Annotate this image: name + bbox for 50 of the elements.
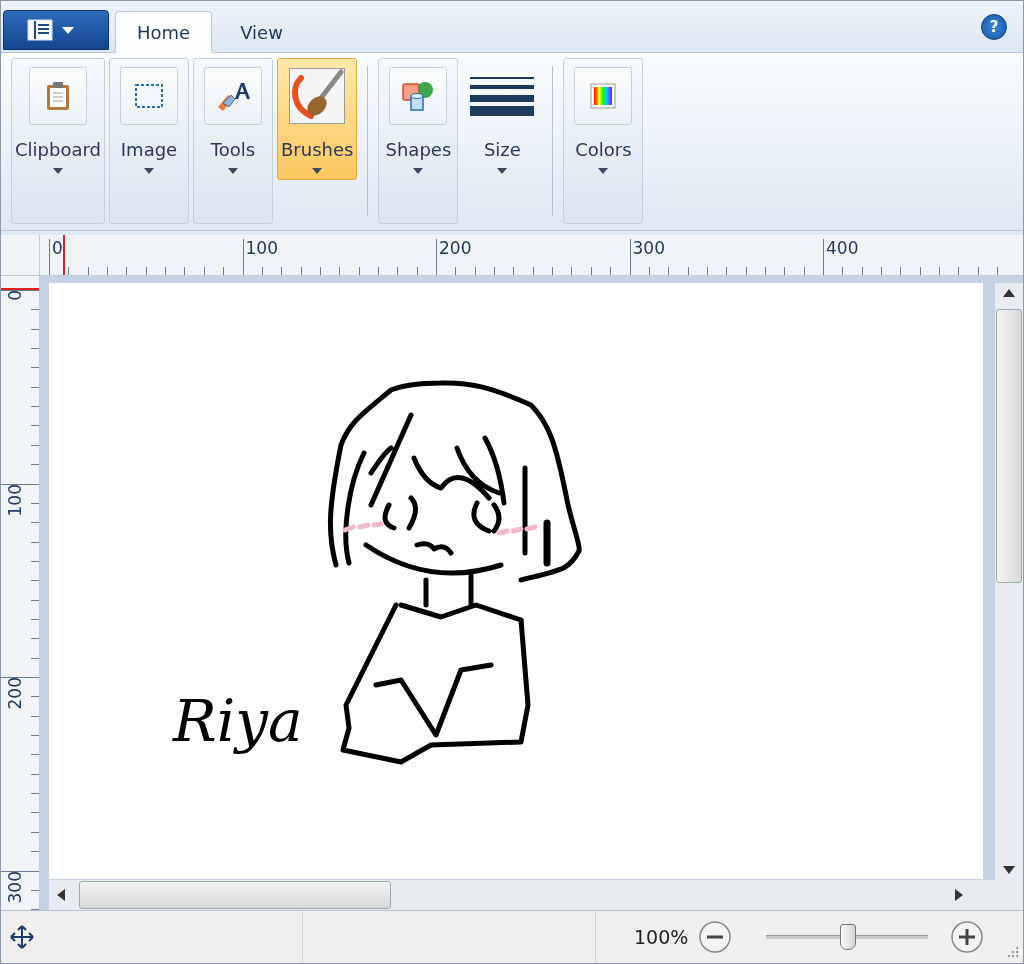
drawing-canvas[interactable]: Riya: [49, 283, 983, 879]
zoom-percentage: 100%: [634, 926, 689, 948]
vertical-scrollbar[interactable]: [995, 283, 1023, 880]
ribbon-group-button[interactable]: Image: [109, 58, 189, 224]
ruler-label: 100: [5, 483, 26, 516]
color-palette-icon: [590, 83, 617, 109]
handwritten-signature: Riya: [173, 687, 303, 755]
caret-icon: [312, 168, 323, 174]
left-arrow-icon[interactable]: [57, 889, 65, 901]
ruler-label: 200: [5, 677, 26, 710]
pencil-text-icon: [215, 81, 251, 111]
ribbon-group-button[interactable]: Brushes: [277, 58, 358, 180]
caret-icon: [228, 168, 238, 174]
clipboard-icon: [45, 81, 71, 111]
ruler-label: 300: [631, 238, 665, 258]
ruler-label: 200: [438, 238, 472, 258]
caret-icon: [497, 168, 508, 174]
help-button[interactable]: ?: [981, 14, 1007, 40]
ribbon-tab[interactable]: View: [218, 11, 305, 53]
selection-icon: [134, 83, 164, 109]
ribbon-group-button[interactable]: Tools: [193, 58, 273, 224]
ruler-label: 400: [825, 238, 859, 258]
slider-thumb[interactable]: [840, 924, 857, 950]
ribbon-group-button[interactable]: Clipboard: [11, 58, 105, 224]
scroll-thumb[interactable]: [996, 309, 1022, 583]
caret-icon: [144, 168, 154, 174]
line-width-icon: [470, 76, 535, 116]
down-arrow-icon[interactable]: [1003, 866, 1015, 874]
zoom-in-icon[interactable]: [950, 920, 985, 954]
shapes-icon: [401, 80, 436, 112]
ribbon-group-button[interactable]: Colors: [563, 58, 644, 224]
caret-icon: [53, 168, 63, 174]
paintbrush-icon: [289, 68, 346, 124]
ribbon-tab[interactable]: Home: [115, 11, 213, 53]
caret-icon: [598, 168, 609, 174]
ruler-label: 0: [5, 290, 26, 301]
scroll-thumb[interactable]: [79, 881, 391, 909]
caret-icon: [413, 168, 424, 174]
horizontal-scrollbar[interactable]: [49, 880, 1023, 910]
up-arrow-icon[interactable]: [1003, 289, 1015, 297]
ribbon-group-button[interactable]: Shapes: [378, 58, 459, 224]
right-arrow-icon[interactable]: [955, 889, 963, 901]
ribbon-group-button[interactable]: Size: [462, 58, 543, 224]
move-arrows-icon: [9, 924, 35, 950]
ruler-label: 0: [51, 238, 63, 258]
resize-grip-icon[interactable]: [1005, 945, 1019, 959]
app-menu-button[interactable]: [3, 10, 109, 50]
ruler-label: 100: [244, 238, 278, 258]
ruler-label: 300: [5, 870, 26, 903]
zoom-out-icon[interactable]: [698, 920, 733, 954]
